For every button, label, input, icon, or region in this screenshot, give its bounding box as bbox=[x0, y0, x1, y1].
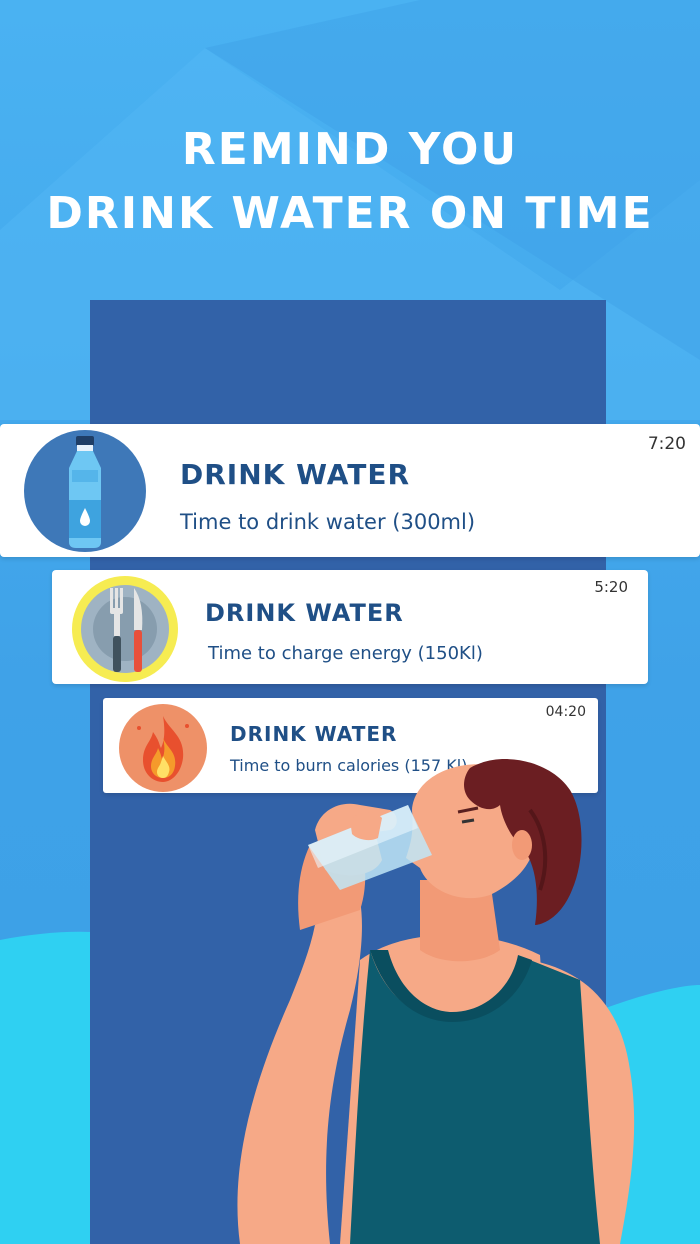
notification-card-energy[interactable]: DRINK WATER Time to charge energy (150Kl… bbox=[52, 570, 648, 684]
headline-line-2: DRINK WATER ON TIME bbox=[46, 188, 654, 239]
notification-time: 5:20 bbox=[594, 578, 628, 596]
man-drinking-water-illustration bbox=[237, 759, 635, 1244]
notification-title: DRINK WATER bbox=[205, 599, 404, 627]
notification-title: DRINK WATER bbox=[180, 458, 411, 491]
plate-fork-knife-icon bbox=[72, 576, 178, 682]
fire-icon bbox=[119, 704, 207, 792]
notification-card-drink-water[interactable]: DRINK WATER Time to drink water (300ml) … bbox=[0, 424, 700, 557]
headline-line-1: REMIND YOU bbox=[181, 124, 519, 175]
notification-title: DRINK WATER bbox=[230, 722, 398, 746]
headline: REMIND YOU DRINK WATER ON TIME bbox=[0, 118, 700, 246]
water-bottle-icon bbox=[24, 430, 146, 552]
notification-message: Time to drink water (300ml) bbox=[180, 510, 476, 534]
notification-time: 04:20 bbox=[545, 704, 586, 720]
notification-time: 7:20 bbox=[647, 434, 686, 454]
notification-message: Time to charge energy (150Kl) bbox=[208, 643, 483, 664]
